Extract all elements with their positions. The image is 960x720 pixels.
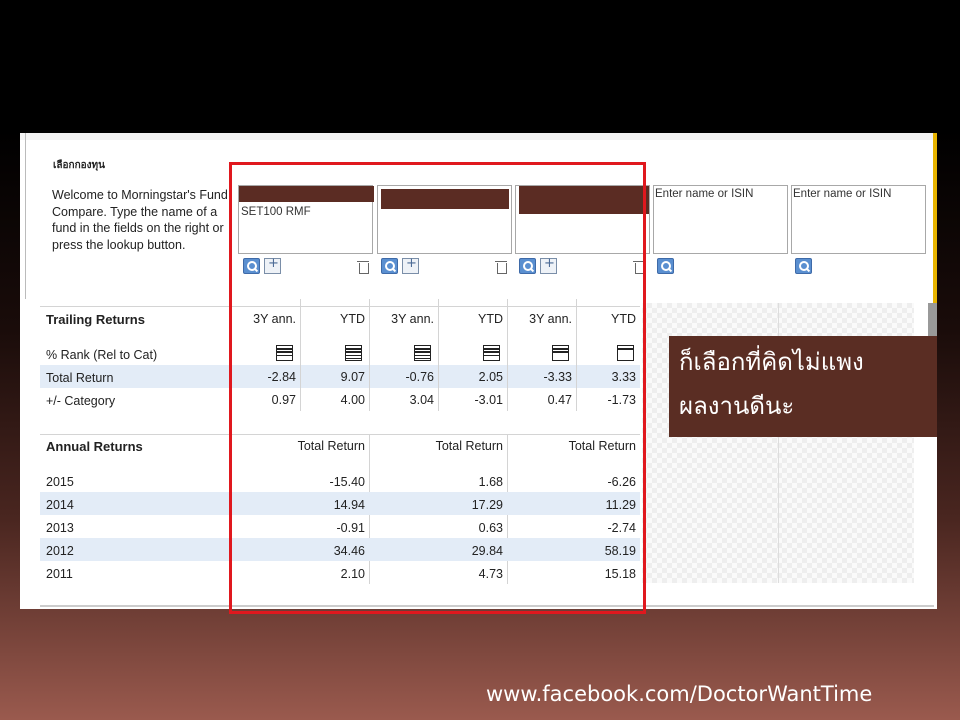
search-icon[interactable]	[657, 258, 674, 274]
yellow-edge	[933, 133, 937, 303]
rank-label: % Rank (Rel to Cat)	[46, 348, 158, 362]
callout-box: ก็เลือกที่คิดไม่แพง ผลงานดีนะ	[669, 336, 937, 437]
fund-input-4[interactable]: Enter name or ISIN	[653, 185, 788, 254]
year-label: 2012	[46, 544, 74, 558]
welcome-text: Welcome to Morningstar's Fund Compare. T…	[52, 188, 228, 252]
category-label: +/- Category	[46, 394, 116, 408]
annual-returns-title: Annual Returns	[46, 439, 143, 454]
highlight-frame	[229, 162, 646, 614]
fund-placeholder: Enter name or ISIN	[655, 188, 754, 200]
footer-url: www.facebook.com/DoctorWantTime	[486, 682, 873, 706]
fund-input-5[interactable]: Enter name or ISIN	[791, 185, 926, 254]
callout-line-1: ก็เลือกที่คิดไม่แพง	[679, 348, 864, 376]
year-label: 2013	[46, 521, 74, 535]
crop-edge	[20, 133, 26, 299]
trailing-returns-title: Trailing Returns	[46, 312, 145, 327]
year-label: 2014	[46, 498, 74, 512]
top-edge	[20, 133, 934, 140]
callout-line-2: ผลงานดีนะ	[679, 392, 795, 420]
year-label: 2015	[46, 475, 74, 489]
total-return-label: Total Return	[46, 371, 114, 385]
fund-placeholder: Enter name or ISIN	[793, 188, 892, 200]
search-icon[interactable]	[795, 258, 812, 274]
select-fund-title: เลือกกองทุน	[53, 160, 105, 171]
year-label: 2011	[46, 567, 73, 581]
